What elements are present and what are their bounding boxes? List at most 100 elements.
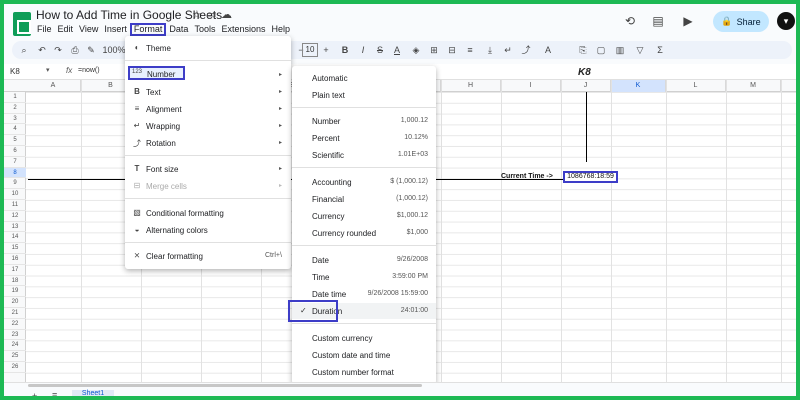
menu-item-alignment[interactable]: ≡ Alignment ▸ xyxy=(125,101,291,117)
row-header-3[interactable]: 3 xyxy=(4,114,26,125)
text-rotation-icon[interactable]: ⤴ xyxy=(520,43,532,57)
star-icon[interactable]: ☆ xyxy=(192,8,202,21)
font-size-input[interactable]: 10 xyxy=(302,43,318,57)
menu-item-rotation[interactable]: ⤴ Rotation ▸ xyxy=(125,135,291,151)
number-item-accounting[interactable]: Accounting $ (1,000.12) xyxy=(292,174,436,190)
formula-input[interactable]: =now() xyxy=(78,67,100,74)
row-header-9[interactable]: 9 xyxy=(4,178,26,190)
menu-edit[interactable]: Edit xyxy=(55,23,77,37)
insert-comment-icon[interactable]: ▢ xyxy=(595,43,607,57)
row-header-12[interactable]: 12 xyxy=(4,211,26,222)
row-header-19[interactable]: 19 xyxy=(4,286,26,298)
row-header-1[interactable]: 1 xyxy=(4,92,26,103)
number-item-financial[interactable]: Financial (1,000.12) xyxy=(292,191,436,207)
italic-icon[interactable]: I xyxy=(357,43,369,57)
undo-icon[interactable]: ↶ xyxy=(36,43,48,57)
cloud-status-icon[interactable]: ☁ xyxy=(221,8,232,21)
vertical-align-icon[interactable]: ⤓ xyxy=(484,43,496,57)
row-header-15[interactable]: 15 xyxy=(4,243,26,254)
number-item-plain-text[interactable]: Plain text xyxy=(292,87,436,103)
row-header-24[interactable]: 24 xyxy=(4,340,26,352)
menu-item-alternating-colors[interactable]: ◒ Alternating colors xyxy=(125,222,291,238)
row-header-25[interactable]: 25 xyxy=(4,351,26,362)
number-item-automatic[interactable]: Automatic xyxy=(292,70,436,86)
menu-format[interactable]: Format xyxy=(129,23,167,36)
menu-view[interactable]: View xyxy=(76,23,101,37)
row-header-13[interactable]: 13 xyxy=(4,222,26,233)
row-header-2[interactable]: 2 xyxy=(4,103,26,114)
text-color-alt-icon[interactable]: A xyxy=(542,43,554,57)
name-box[interactable]: K8 xyxy=(10,67,20,76)
print-icon[interactable]: ⎙ xyxy=(69,43,81,57)
number-item-custom-number[interactable]: Custom number format xyxy=(292,364,436,380)
menu-item-wrapping[interactable]: ↵ Wrapping ▸ xyxy=(125,118,291,134)
name-box-dropdown-icon[interactable]: ▾ xyxy=(46,66,50,74)
increase-font-icon[interactable]: + xyxy=(320,43,332,57)
text-wrap-icon[interactable]: ↵ xyxy=(502,43,514,57)
number-item-custom-date-time[interactable]: Custom date and time xyxy=(292,347,436,363)
row-header-5[interactable]: 5 xyxy=(4,135,26,146)
number-item-percent[interactable]: Percent 10.12% xyxy=(292,130,436,146)
menu-item-clear-formatting[interactable]: ⨯ Clear formatting Ctrl+\ xyxy=(125,248,291,264)
menu-extensions[interactable]: Extensions xyxy=(218,23,268,37)
menu-item-number[interactable]: 123 Number xyxy=(128,66,185,80)
row-header-11[interactable]: 11 xyxy=(4,200,26,211)
menu-item-conditional-formatting[interactable]: ▧ Conditional formatting xyxy=(125,205,291,221)
row-header-4[interactable]: 4 xyxy=(4,124,26,136)
number-item-currency-rounded[interactable]: Currency rounded $1,000 xyxy=(292,225,436,241)
row-header-20[interactable]: 20 xyxy=(4,297,26,308)
menu-tools[interactable]: Tools xyxy=(191,23,218,37)
column-header-n[interactable]: N xyxy=(781,80,796,92)
row-header-8[interactable]: 8 xyxy=(4,167,26,179)
row-header-14[interactable]: 14 xyxy=(4,232,26,244)
meet-icon[interactable]: ▶ xyxy=(680,14,696,28)
redo-icon[interactable]: ↷ xyxy=(52,43,64,57)
borders-icon[interactable]: ⊞ xyxy=(428,43,440,57)
bold-icon[interactable]: B xyxy=(339,43,351,57)
menu-item-font-size[interactable]: T Font size ▸ xyxy=(125,161,291,177)
fill-color-icon[interactable]: ◈ xyxy=(410,43,422,57)
history-icon[interactable]: ⟲ xyxy=(622,14,638,28)
menu-item-theme[interactable]: ◐ Theme xyxy=(125,40,291,56)
column-header-m[interactable]: M xyxy=(726,80,781,92)
add-sheet-icon[interactable]: + xyxy=(32,391,37,396)
number-item-time[interactable]: Time 3:59:00 PM xyxy=(292,269,436,285)
comments-icon[interactable]: ▤ xyxy=(650,14,666,28)
sheets-logo-icon[interactable] xyxy=(13,12,31,36)
row-header-22[interactable]: 22 xyxy=(4,319,26,330)
text-color-icon[interactable]: A xyxy=(391,43,403,57)
row-header-26[interactable]: 26 xyxy=(4,362,26,373)
row-header-23[interactable]: 23 xyxy=(4,330,26,341)
number-item-currency[interactable]: Currency $1,000.12 xyxy=(292,208,436,224)
insert-chart-icon[interactable]: ▥ xyxy=(614,43,626,57)
share-button[interactable]: 🔒 Share xyxy=(713,11,769,32)
number-item-scientific[interactable]: Scientific 1.01E+03 xyxy=(292,147,436,163)
insert-link-icon[interactable]: ⎘ xyxy=(577,43,589,57)
number-item-number[interactable]: Number 1,000.12 xyxy=(292,113,436,129)
search-icon[interactable]: ⌕ xyxy=(18,43,30,57)
menu-item-text[interactable]: B Text ▸ xyxy=(125,84,291,100)
filter-icon[interactable]: ▽ xyxy=(634,43,646,57)
horizontal-align-icon[interactable]: ≡ xyxy=(464,43,476,57)
column-header-a[interactable]: A xyxy=(26,80,81,92)
menu-data[interactable]: Data xyxy=(166,23,191,37)
horizontal-scrollbar[interactable] xyxy=(28,384,422,387)
row-header-10[interactable]: 10 xyxy=(4,189,26,200)
sheet-tab[interactable]: Sheet1 xyxy=(72,390,114,396)
merge-icon[interactable]: ⊟ xyxy=(446,43,458,57)
column-header-i[interactable]: I xyxy=(501,80,561,92)
avatar[interactable]: ▾ xyxy=(777,12,795,30)
row-header-21[interactable]: 21 xyxy=(4,308,26,319)
column-header-k[interactable]: K xyxy=(611,80,666,92)
paint-format-icon[interactable]: ✎ xyxy=(85,43,97,57)
row-header-6[interactable]: 6 xyxy=(4,146,26,157)
row-header-16[interactable]: 16 xyxy=(4,254,26,265)
number-item-custom-currency[interactable]: Custom currency xyxy=(292,330,436,346)
strikethrough-icon[interactable]: S xyxy=(374,43,386,57)
row-header-18[interactable]: 18 xyxy=(4,276,26,287)
menu-help[interactable]: Help xyxy=(268,23,293,37)
menu-file[interactable]: File xyxy=(34,23,55,37)
menu-insert[interactable]: Insert xyxy=(101,23,130,37)
functions-icon[interactable]: Σ xyxy=(654,43,666,57)
all-sheets-icon[interactable]: ≡ xyxy=(52,390,57,396)
